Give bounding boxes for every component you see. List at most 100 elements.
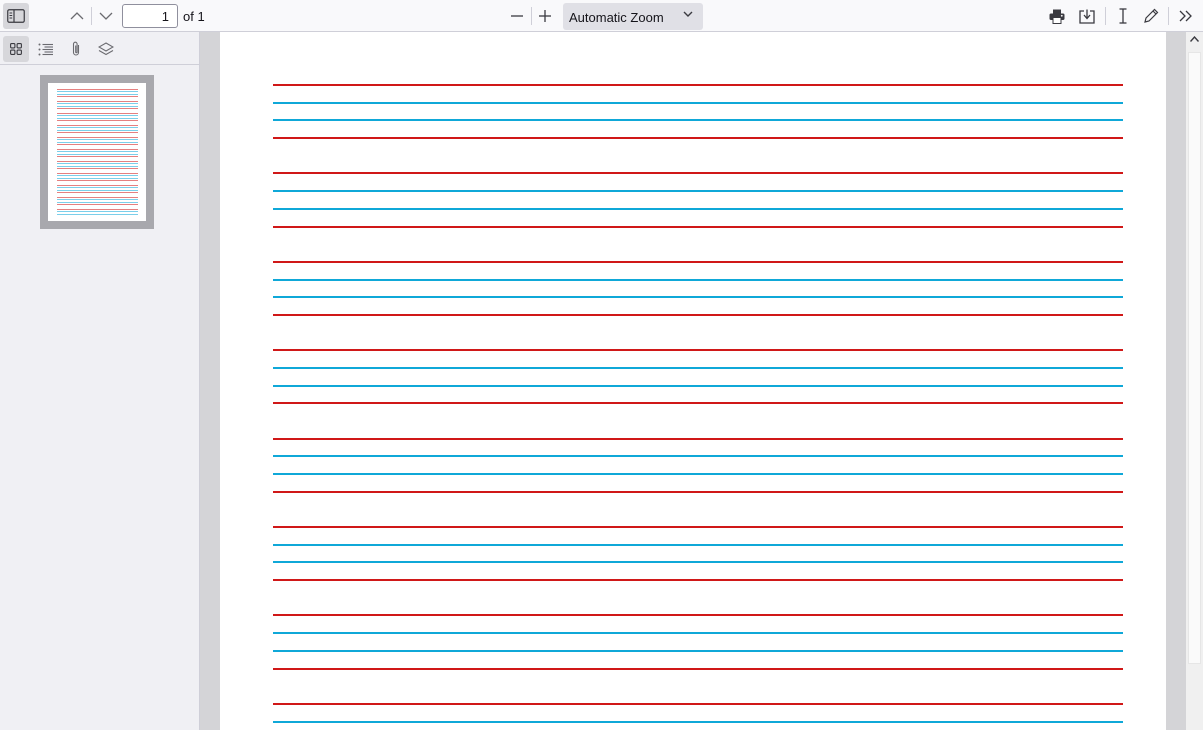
thumbnail-line	[57, 103, 138, 105]
thumbnail-line	[57, 175, 138, 177]
thumbnail-line	[57, 93, 138, 95]
zoom-select[interactable]: Automatic Zoom	[563, 3, 703, 30]
page-thumbnail[interactable]	[40, 75, 154, 229]
thumbnail-line	[57, 204, 138, 206]
thumbnail-line	[57, 141, 138, 143]
thumbnail-line	[57, 129, 138, 131]
guide-line-red	[273, 137, 1123, 140]
guide-line-red	[273, 579, 1123, 582]
thumbnail-line	[57, 127, 138, 129]
view-outline-button[interactable]	[33, 36, 59, 62]
thumbnail-line	[57, 177, 138, 179]
guide-line-blue	[273, 278, 1123, 281]
next-page-icon	[99, 12, 113, 20]
guide-line-red	[273, 349, 1123, 352]
page-number-input[interactable]	[122, 4, 178, 28]
thumbnail-line	[57, 139, 138, 141]
print-icon	[1049, 9, 1065, 24]
thumbnail-line	[57, 120, 138, 122]
save-icon	[1079, 9, 1095, 24]
thumbnail-line	[57, 211, 138, 213]
previous-page-button[interactable]	[64, 3, 90, 29]
guide-line-red	[273, 614, 1123, 617]
scroll-up-icon[interactable]	[1190, 36, 1199, 42]
guide-line-red	[273, 172, 1123, 175]
sidebar-toggle-button[interactable]	[3, 3, 29, 29]
thumbnail-line	[57, 209, 138, 210]
chevron-down-icon	[683, 11, 693, 17]
toolbar-separator	[1105, 7, 1106, 25]
document-viewer	[200, 32, 1203, 730]
thumbnail-line	[57, 153, 138, 155]
sidebar-toggle-icon	[7, 9, 25, 23]
draw-button[interactable]	[1138, 3, 1164, 29]
draw-icon	[1144, 8, 1159, 23]
layers-icon	[98, 42, 114, 56]
thumbnail-line	[57, 105, 138, 107]
thumbnail-line	[57, 165, 138, 167]
save-button[interactable]	[1074, 3, 1100, 29]
guide-line-blue	[273, 543, 1123, 546]
guide-line-blue	[273, 101, 1123, 104]
thumbnail-line	[57, 91, 138, 93]
paperclip-icon	[72, 41, 80, 56]
thumbnail-line	[57, 117, 138, 119]
guide-line-blue	[273, 384, 1123, 387]
guide-line-red	[273, 490, 1123, 493]
thumbnail-line	[57, 96, 138, 98]
guide-line-red	[273, 313, 1123, 316]
thumbnail-line	[57, 125, 138, 126]
sidebar-toolbar	[0, 32, 199, 65]
thumbnail-line	[57, 189, 138, 191]
thumbnail-line	[57, 132, 138, 134]
thumbnail-line	[57, 185, 138, 186]
thumbnail-line	[57, 163, 138, 165]
tools-button[interactable]	[1173, 3, 1199, 29]
toolbar: of 1 Automatic Zoom	[0, 0, 1203, 32]
toolbar-separator	[1168, 7, 1169, 25]
thumbnail-line	[57, 115, 138, 117]
thumbnail-line	[57, 113, 138, 114]
thumbnail-line	[57, 201, 138, 203]
page-count-label: of 1	[183, 9, 205, 24]
thumbnail-line	[57, 187, 138, 189]
view-layers-button[interactable]	[93, 36, 119, 62]
view-attachments-button[interactable]	[63, 36, 89, 62]
guide-line-red	[273, 667, 1123, 670]
thumbnail-line	[57, 89, 138, 90]
zoom-out-icon	[511, 15, 523, 17]
guide-line-red	[273, 702, 1123, 705]
view-thumbnails-button[interactable]	[3, 36, 29, 62]
guide-line-blue	[273, 720, 1123, 723]
thumbnail-line	[57, 197, 138, 198]
guide-line-red	[273, 84, 1123, 86]
thumbnail-line	[57, 149, 138, 150]
zoom-out-button[interactable]	[504, 3, 530, 29]
thumbnail-line	[57, 199, 138, 201]
thumbnail-line	[57, 144, 138, 146]
thumbnail-line	[57, 173, 138, 174]
thumbnail-line	[57, 137, 138, 138]
guide-line-red	[273, 225, 1123, 228]
sidebar	[0, 32, 200, 730]
next-page-button[interactable]	[93, 3, 119, 29]
document-page	[220, 32, 1166, 730]
guide-line-blue	[273, 366, 1123, 369]
guide-line-blue	[273, 649, 1123, 652]
zoom-in-button[interactable]	[532, 3, 558, 29]
thumbnail-line	[57, 168, 138, 170]
thumbnails-icon	[10, 43, 22, 55]
guide-line-blue	[273, 561, 1123, 564]
thumbnail-line	[57, 151, 138, 153]
scrollbar-thumb[interactable]	[1188, 52, 1201, 664]
text-selection-icon	[1119, 8, 1127, 24]
vertical-scrollbar[interactable]	[1186, 32, 1203, 730]
guide-line-blue	[273, 632, 1123, 635]
thumbnail-line	[57, 213, 138, 215]
guide-line-blue	[273, 473, 1123, 475]
print-button[interactable]	[1044, 3, 1070, 29]
text-selection-button[interactable]	[1110, 3, 1136, 29]
outline-icon	[38, 43, 53, 55]
thumbnail-line	[57, 108, 138, 110]
guide-line-red	[273, 437, 1123, 440]
